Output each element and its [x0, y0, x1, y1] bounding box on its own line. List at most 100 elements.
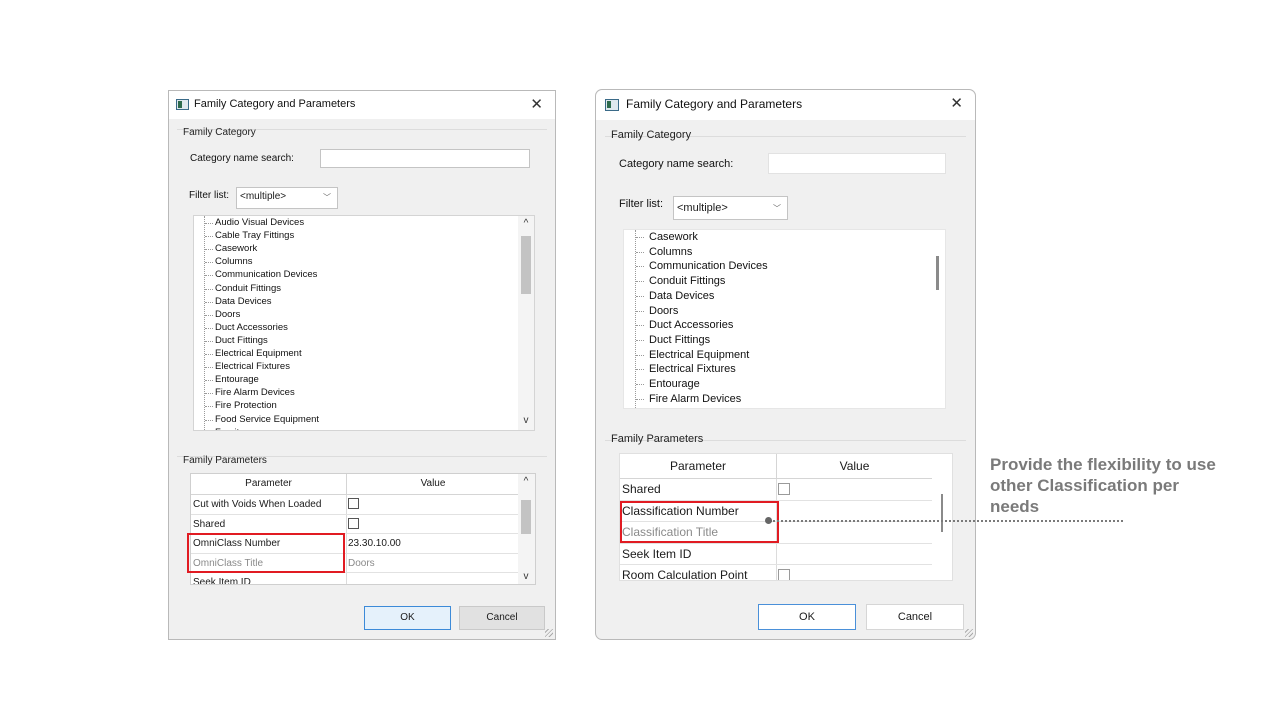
parameter-value[interactable]: 23.30.10.00: [348, 534, 401, 554]
column-header-parameter: Parameter: [620, 454, 777, 479]
list-item[interactable]: Casework: [215, 243, 257, 254]
scroll-thumb[interactable]: [521, 500, 531, 534]
category-search-input[interactable]: [768, 153, 946, 174]
list-item[interactable]: Audio Visual Devices: [215, 217, 304, 228]
list-item[interactable]: Cable Tray Fittings: [215, 230, 294, 241]
family-parameters-label: Family Parameters: [611, 433, 704, 445]
table-row[interactable]: Seek Item ID: [620, 543, 932, 565]
parameter-name: Shared: [622, 482, 661, 496]
close-icon[interactable]: ✕: [530, 95, 543, 113]
table-row[interactable]: Room Calculation Point: [620, 565, 932, 581]
resize-grip[interactable]: [545, 629, 553, 637]
close-icon[interactable]: ✕: [950, 94, 963, 112]
column-header-value: Value: [777, 454, 933, 479]
app-icon: [605, 99, 619, 111]
title-bar: Family Category and Parameters ✕: [169, 91, 555, 119]
cancel-button[interactable]: Cancel: [866, 604, 964, 630]
list-item[interactable]: Columns: [649, 246, 692, 258]
highlight-classification: [620, 501, 779, 543]
checkbox[interactable]: [778, 483, 790, 495]
callout-text: Provide the flexibility to use other Cla…: [990, 455, 1216, 516]
table-row[interactable]: Cut with Voids When Loaded: [191, 495, 519, 515]
app-icon: [176, 99, 189, 110]
scroll-down-icon[interactable]: v: [518, 415, 534, 426]
category-list-scrollbar[interactable]: [929, 230, 945, 408]
table-row[interactable]: Seek Item ID: [191, 573, 519, 585]
cancel-button[interactable]: Cancel: [459, 606, 545, 630]
checkbox[interactable]: [348, 517, 359, 529]
scroll-thumb[interactable]: [936, 256, 939, 290]
list-item[interactable]: Duct Fittings: [649, 334, 710, 346]
list-item[interactable]: Duct Accessories: [215, 322, 288, 333]
list-item[interactable]: Doors: [649, 305, 678, 317]
parameter-value: Doors: [348, 557, 375, 569]
table-row[interactable]: Shared: [191, 514, 519, 534]
category-search-label: Category name search:: [190, 153, 294, 164]
list-item[interactable]: Data Devices: [649, 290, 714, 302]
parameter-name: Shared: [193, 518, 226, 530]
list-item[interactable]: Electrical Fixtures: [649, 363, 736, 375]
column-header-value: Value: [347, 474, 519, 495]
parameters-scrollbar[interactable]: ^ v: [518, 474, 535, 584]
ok-button[interactable]: OK: [758, 604, 856, 630]
parameter-name: Room Calculation Point: [622, 568, 748, 581]
filter-list-value: <multiple>: [240, 191, 287, 202]
table-row[interactable]: Shared: [620, 479, 932, 501]
scroll-up-icon[interactable]: ^: [518, 218, 534, 229]
parameter-name: Seek Item ID: [193, 577, 251, 585]
scroll-thumb[interactable]: [941, 494, 943, 532]
family-category-label: Family Category: [183, 127, 256, 138]
dialog-title: Family Category and Parameters: [626, 97, 803, 111]
list-item[interactable]: Casework: [649, 231, 698, 243]
list-item[interactable]: Fire Alarm Devices: [215, 387, 295, 398]
list-item[interactable]: Entourage: [215, 374, 259, 385]
family-category-dialog-right: Family Category and Parameters ✕ Family …: [595, 89, 976, 640]
list-item[interactable]: Doors: [215, 309, 240, 320]
scroll-thumb[interactable]: [521, 236, 531, 294]
list-item[interactable]: Food Service Equipment: [215, 414, 319, 425]
list-item[interactable]: Conduit Fittings: [649, 275, 725, 287]
filter-list-value: <multiple>: [677, 202, 728, 214]
checkbox[interactable]: [348, 498, 359, 509]
list-item[interactable]: Fire Alarm Devices: [649, 393, 741, 405]
highlight-omniclass: [187, 533, 345, 573]
scroll-down-icon[interactable]: v: [518, 571, 534, 582]
dialog-title: Family Category and Parameters: [194, 98, 356, 110]
list-item[interactable]: Data Devices: [215, 296, 272, 307]
callout-leader-dot: [765, 517, 772, 524]
checkbox[interactable]: [778, 569, 790, 580]
category-list[interactable]: Casework Columns Communication Devices Cond…: [623, 229, 946, 409]
parameter-name: Cut with Voids When Loaded: [193, 499, 322, 510]
filter-list-label: Filter list:: [619, 198, 663, 210]
list-item[interactable]: Duct Fittings: [215, 335, 268, 346]
callout-leader-line: [770, 520, 1123, 522]
category-list-scrollbar[interactable]: ^ v: [518, 216, 534, 430]
parameters-scrollbar[interactable]: [932, 454, 952, 580]
ok-button[interactable]: OK: [364, 606, 451, 630]
list-item[interactable]: Columns: [215, 256, 253, 267]
family-category-label: Family Category: [611, 129, 692, 141]
list-item[interactable]: Conduit Fittings: [215, 283, 281, 294]
list-item[interactable]: Electrical Equipment: [215, 348, 302, 359]
column-header-parameter: Parameter: [191, 474, 347, 495]
list-item[interactable]: Duct Accessories: [649, 319, 733, 331]
filter-list-select[interactable]: <multiple> ﹀: [673, 196, 788, 220]
list-item[interactable]: Electrical Fixtures: [215, 361, 290, 372]
list-item[interactable]: Communication Devices: [215, 269, 317, 280]
category-search-input[interactable]: [320, 149, 530, 168]
list-item[interactable]: Furniture: [215, 427, 253, 430]
list-item[interactable]: Communication Devices: [649, 260, 768, 272]
chevron-down-icon: ﹀: [323, 193, 331, 202]
title-bar: Family Category and Parameters ✕: [596, 90, 975, 120]
scroll-up-icon[interactable]: ^: [518, 476, 534, 487]
list-item[interactable]: Electrical Equipment: [649, 349, 749, 361]
list-item[interactable]: Fire Protection: [215, 400, 277, 411]
family-parameters-label: Family Parameters: [183, 455, 267, 466]
filter-list-select[interactable]: <multiple> ﹀: [236, 187, 338, 209]
resize-grip[interactable]: [965, 629, 973, 637]
category-search-label: Category name search:: [619, 158, 734, 170]
family-category-dialog-left: Family Category and Parameters ✕ Family …: [168, 90, 556, 640]
list-item[interactable]: Entourage: [649, 378, 700, 390]
category-list[interactable]: Audio Visual Devices Cable Tray Fittings C…: [193, 215, 535, 431]
filter-list-label: Filter list:: [189, 190, 229, 201]
